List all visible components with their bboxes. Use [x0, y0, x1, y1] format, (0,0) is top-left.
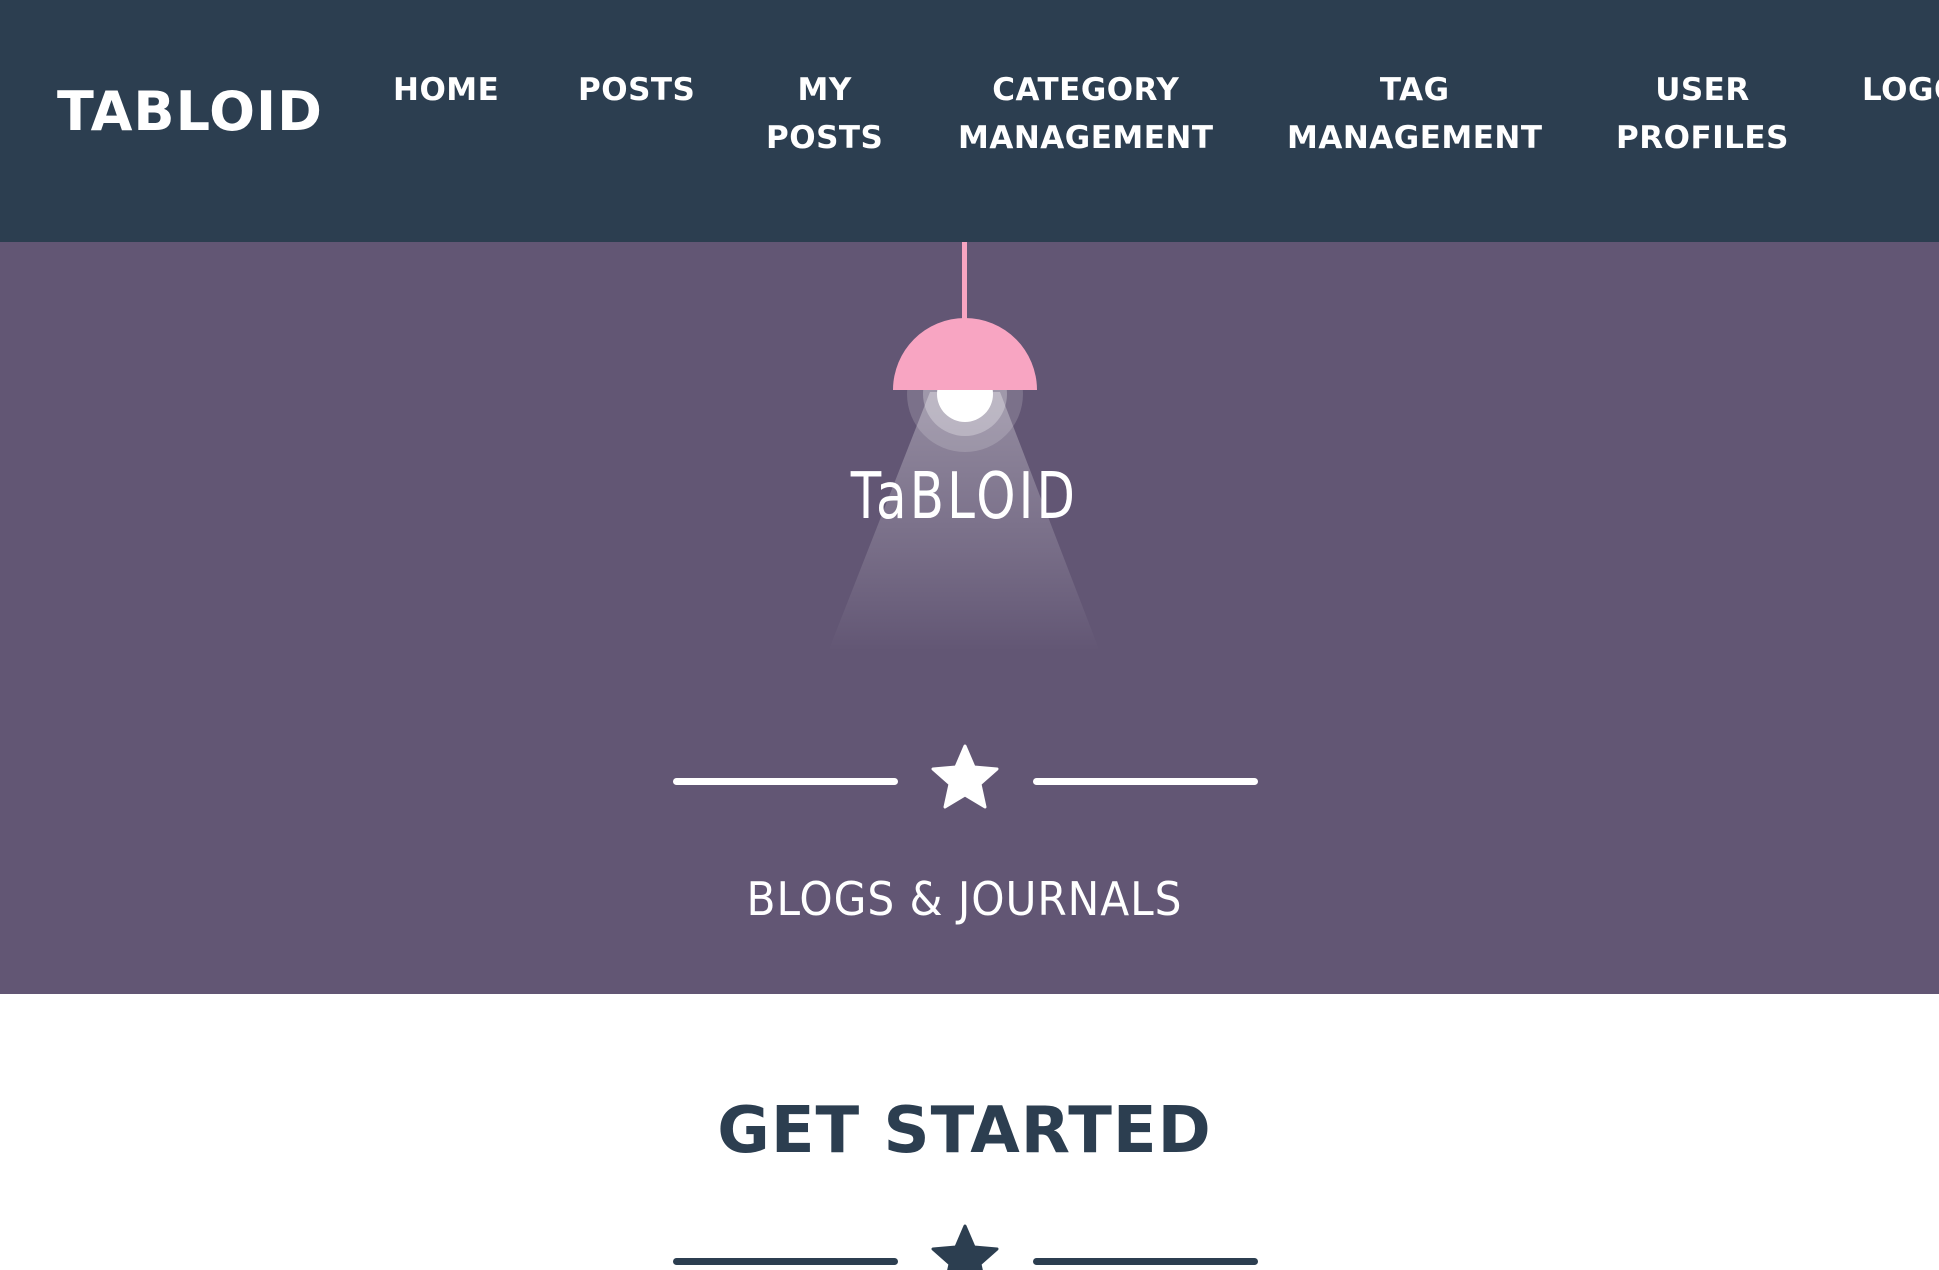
masthead-divider: [0, 742, 1939, 822]
lamp-shade: [893, 318, 1037, 390]
nav-item-label: PROFILES: [1616, 120, 1789, 156]
nav-item-label: LOGOUT: [1862, 72, 1939, 108]
nav-item-label: POSTS: [578, 72, 696, 108]
masthead: TaBLOID BLOGS & JOURNALS: [0, 242, 1939, 994]
nav-item-label: MANAGEMENT: [1287, 120, 1543, 156]
nav-item-label: MANAGEMENT: [958, 120, 1214, 156]
nav-item-label: POSTS: [766, 120, 884, 156]
section-divider: [0, 1222, 1939, 1270]
nav-item-label: CATEGORY: [992, 72, 1180, 108]
nav-item-posts[interactable]: POSTS: [578, 66, 695, 114]
star-icon: [931, 1224, 999, 1270]
nav-item-logout[interactable]: LOGOUT: [1862, 66, 1939, 114]
nav-item-home[interactable]: HOME: [393, 66, 499, 114]
brand-link[interactable]: TABLOID: [57, 80, 323, 143]
divider-line-right: [1033, 778, 1258, 785]
lamp-cord: [962, 242, 967, 320]
divider-line-right: [1033, 1258, 1258, 1265]
get-started-section: GET STARTED: [0, 994, 1939, 1270]
divider-line-left: [673, 1258, 898, 1265]
nav-item-label: USER: [1655, 72, 1750, 108]
nav-item-label: TAG: [1379, 72, 1450, 108]
navbar: TABLOID HOME POSTS MY POSTS CATEGORY MAN…: [0, 0, 1939, 242]
masthead-logo-text: TaBLOID: [850, 460, 1079, 534]
nav-item-label: MY: [797, 72, 852, 108]
nav-item-category-management[interactable]: CATEGORY MANAGEMENT: [958, 66, 1214, 162]
divider-line-left: [673, 778, 898, 785]
masthead-subheading: BLOGS & JOURNALS: [746, 872, 1183, 926]
star-icon: [931, 744, 999, 809]
nav-item-tag-management[interactable]: TAG MANAGEMENT: [1287, 66, 1543, 162]
nav-item-user-profiles[interactable]: USER PROFILES: [1616, 66, 1789, 162]
nav-item-label: HOME: [393, 72, 500, 108]
section-title: GET STARTED: [717, 1094, 1212, 1168]
nav-item-my-posts[interactable]: MY POSTS: [766, 66, 883, 162]
